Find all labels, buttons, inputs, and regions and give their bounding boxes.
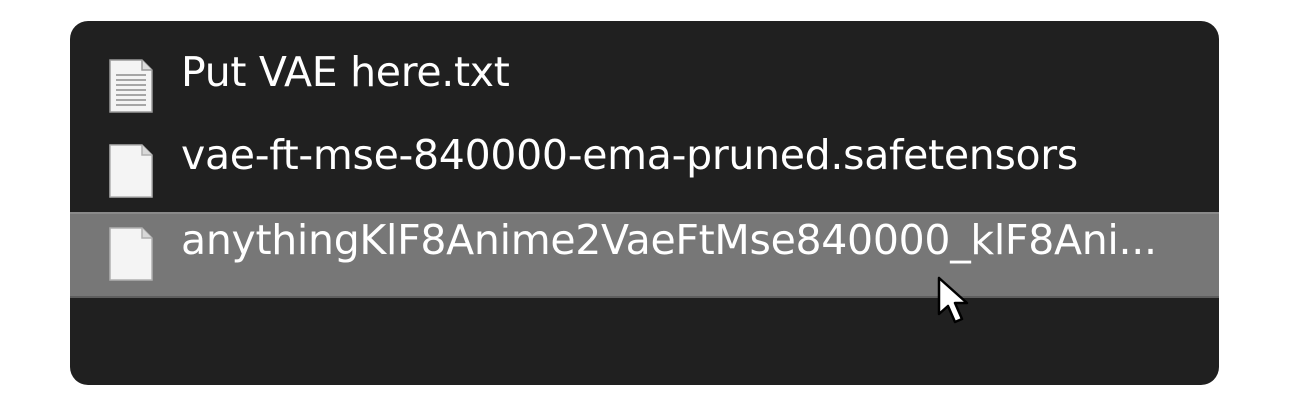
mouse-pointer-icon — [937, 276, 969, 324]
file-name: vae-ft-mse-840000-ema-pruned.safetensors — [181, 131, 1078, 179]
list-item-anything-selected[interactable]: anythingKlF8Anime2VaeFtMse840000_klF8Ani… — [70, 212, 1219, 298]
blank-file-icon — [109, 227, 153, 281]
blank-file-icon — [109, 144, 153, 198]
file-name: Put VAE here.txt — [181, 48, 510, 96]
file-list-panel: Put VAE here.txt vae-ft-mse-840000-ema-p… — [70, 21, 1219, 385]
text-file-icon — [109, 59, 153, 113]
file-name: anythingKlF8Anime2VaeFtMse840000_klF8Ani… — [181, 216, 1157, 264]
